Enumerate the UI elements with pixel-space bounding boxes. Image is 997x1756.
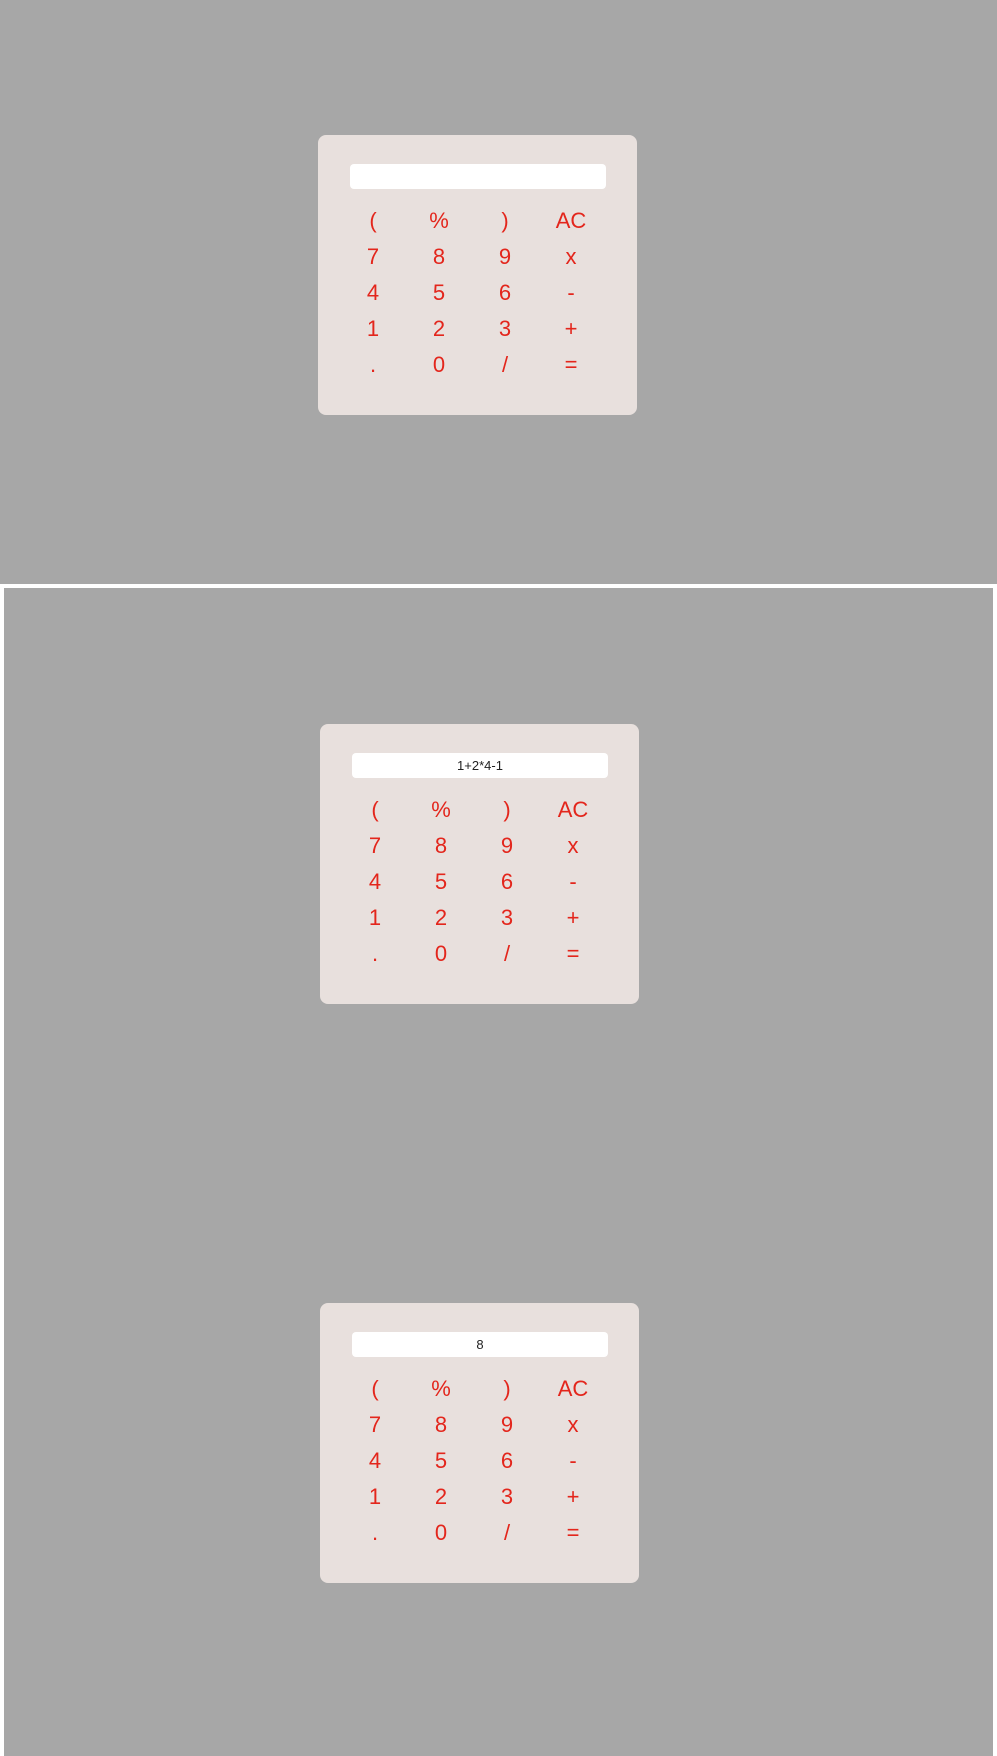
digit-7-key[interactable]: 7 bbox=[340, 239, 406, 275]
all-clear-key[interactable]: AC bbox=[540, 1371, 606, 1407]
digit-4-key[interactable]: 4 bbox=[340, 275, 406, 311]
plus-key[interactable]: + bbox=[540, 1479, 606, 1515]
divide-key[interactable]: / bbox=[474, 1515, 540, 1551]
digit-8-key[interactable]: 8 bbox=[408, 828, 474, 864]
display-field[interactable] bbox=[350, 164, 606, 189]
digit-0-key[interactable]: 0 bbox=[406, 347, 472, 383]
open-paren-key[interactable]: ( bbox=[340, 203, 406, 239]
digit-2-key[interactable]: 2 bbox=[406, 311, 472, 347]
digit-5-key[interactable]: 5 bbox=[406, 275, 472, 311]
digit-8-key[interactable]: 8 bbox=[406, 239, 472, 275]
minus-key[interactable]: - bbox=[540, 864, 606, 900]
plus-key[interactable]: + bbox=[540, 900, 606, 936]
digit-9-key[interactable]: 9 bbox=[474, 828, 540, 864]
display-field[interactable] bbox=[352, 1332, 608, 1357]
close-paren-key[interactable]: ) bbox=[474, 1371, 540, 1407]
divide-key[interactable]: / bbox=[474, 936, 540, 972]
digit-5-key[interactable]: 5 bbox=[408, 864, 474, 900]
digit-3-key[interactable]: 3 bbox=[474, 900, 540, 936]
digit-8-key[interactable]: 8 bbox=[408, 1407, 474, 1443]
calculator: (%)AC 789x 456- 123+.0/= bbox=[320, 1303, 639, 1583]
digit-6-key[interactable]: 6 bbox=[472, 275, 538, 311]
minus-key[interactable]: - bbox=[540, 1443, 606, 1479]
percent-key[interactable]: % bbox=[406, 203, 472, 239]
digit-7-key[interactable]: 7 bbox=[342, 828, 408, 864]
multiply-key[interactable]: x bbox=[540, 1407, 606, 1443]
keypad: (%) AC 7 8 9 x 4 5 6- 1 2 3 +. 0/= bbox=[342, 792, 622, 972]
multiply-key[interactable]: x bbox=[538, 239, 604, 275]
minus-key[interactable]: - bbox=[538, 275, 604, 311]
screenshot-panel-result: (%)AC 789x 456- 123+.0/= bbox=[4, 1170, 993, 1756]
screenshot-panel-empty: (%) AC 7 8 9 x 4 5 6- 1 2 3 +. 0/= bbox=[0, 0, 997, 584]
percent-key[interactable]: % bbox=[408, 792, 474, 828]
equals-key[interactable]: = bbox=[538, 347, 604, 383]
digit-1-key[interactable]: 1 bbox=[342, 900, 408, 936]
digit-4-key[interactable]: 4 bbox=[342, 864, 408, 900]
all-clear-key[interactable]: AC bbox=[540, 792, 606, 828]
digit-1-key[interactable]: 1 bbox=[340, 311, 406, 347]
digit-9-key[interactable]: 9 bbox=[474, 1407, 540, 1443]
display-field[interactable] bbox=[352, 753, 608, 778]
digit-0-key[interactable]: 0 bbox=[408, 936, 474, 972]
keypad: (%) AC 7 8 9 x 4 5 6- 1 2 3 +. 0/= bbox=[340, 203, 620, 383]
digit-3-key[interactable]: 3 bbox=[472, 311, 538, 347]
digit-4-key[interactable]: 4 bbox=[342, 1443, 408, 1479]
digit-1-key[interactable]: 1 bbox=[342, 1479, 408, 1515]
digit-0-key[interactable]: 0 bbox=[408, 1515, 474, 1551]
digit-2-key[interactable]: 2 bbox=[408, 900, 474, 936]
keypad: (%) AC 7 8 9 x 4 5 6- 1 2 3 +. 0/= bbox=[342, 1371, 622, 1551]
decimal-point-key[interactable]: . bbox=[342, 936, 408, 972]
calculator: (%)AC 789x 456- 123+.0/= bbox=[320, 724, 639, 1004]
screenshot-panel-expression: (%)AC 789x 456- 123+.0/= bbox=[4, 588, 993, 1172]
plus-key[interactable]: + bbox=[538, 311, 604, 347]
open-paren-key[interactable]: ( bbox=[342, 1371, 408, 1407]
digit-3-key[interactable]: 3 bbox=[474, 1479, 540, 1515]
digit-9-key[interactable]: 9 bbox=[472, 239, 538, 275]
decimal-point-key[interactable]: . bbox=[342, 1515, 408, 1551]
calculator: (%)AC 789x 456- 123+.0/= bbox=[318, 135, 637, 415]
decimal-point-key[interactable]: . bbox=[340, 347, 406, 383]
close-paren-key[interactable]: ) bbox=[472, 203, 538, 239]
digit-5-key[interactable]: 5 bbox=[408, 1443, 474, 1479]
digit-7-key[interactable]: 7 bbox=[342, 1407, 408, 1443]
equals-key[interactable]: = bbox=[540, 936, 606, 972]
open-paren-key[interactable]: ( bbox=[342, 792, 408, 828]
percent-key[interactable]: % bbox=[408, 1371, 474, 1407]
multiply-key[interactable]: x bbox=[540, 828, 606, 864]
close-paren-key[interactable]: ) bbox=[474, 792, 540, 828]
digit-6-key[interactable]: 6 bbox=[474, 864, 540, 900]
divide-key[interactable]: / bbox=[472, 347, 538, 383]
digit-6-key[interactable]: 6 bbox=[474, 1443, 540, 1479]
equals-key[interactable]: = bbox=[540, 1515, 606, 1551]
all-clear-key[interactable]: AC bbox=[538, 203, 604, 239]
digit-2-key[interactable]: 2 bbox=[408, 1479, 474, 1515]
